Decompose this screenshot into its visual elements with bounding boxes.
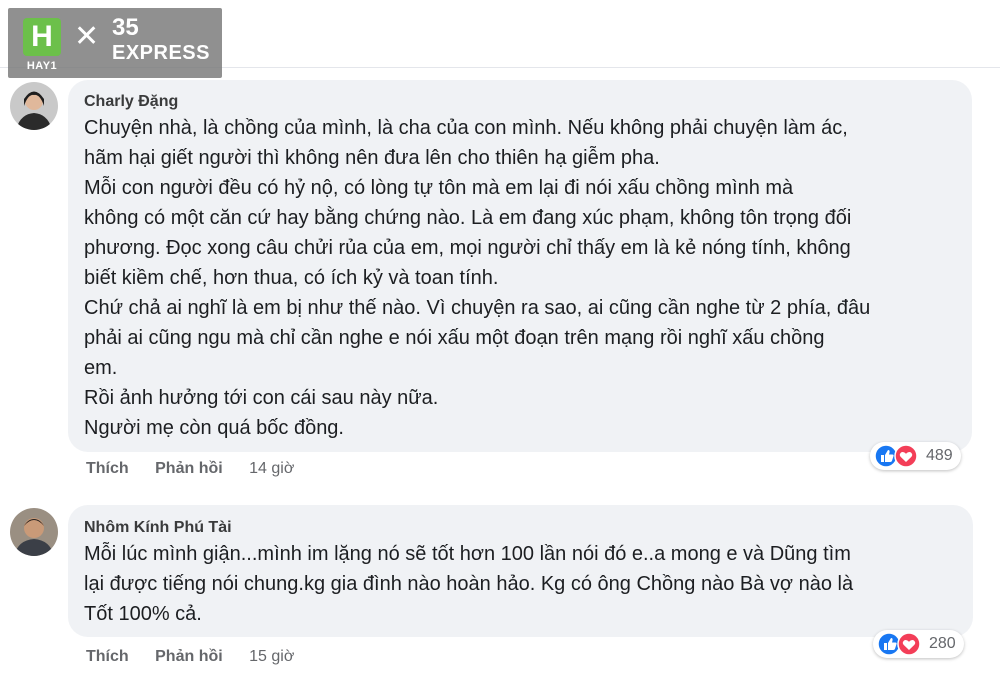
comment-line: Tốt 100% cả. bbox=[84, 603, 202, 625]
comment-line: Mỗi lúc mình giận...mình im lặng nó sẽ t… bbox=[84, 543, 851, 565]
times-icon: ✕ bbox=[74, 20, 100, 53]
like-button[interactable]: Thích bbox=[86, 648, 129, 665]
comment-line: Người mẹ còn quá bốc đồng. bbox=[84, 417, 344, 439]
comment-line: lại được tiếng nói chung.kg gia đình nào… bbox=[84, 573, 854, 595]
brand-word: EXPRESS bbox=[112, 42, 210, 64]
comment-line: Rồi ảnh hưởng tới con cái sau này nữa. bbox=[84, 387, 439, 409]
reaction-summary[interactable]: 489 bbox=[870, 442, 961, 470]
hay1-logo-mark: H bbox=[23, 18, 61, 56]
like-love-reaction-icon bbox=[874, 444, 918, 468]
comment-bubble: Charly Đặng Chuyện nhà, là chồng của mìn… bbox=[68, 80, 972, 452]
like-button[interactable]: Thích bbox=[86, 460, 129, 477]
reaction-summary[interactable]: 280 bbox=[873, 630, 964, 658]
comment-line: Mỗi con người đều có hỷ nộ, có lòng tự t… bbox=[84, 177, 794, 199]
comment-line: em. bbox=[84, 357, 118, 379]
comment-actions: Thích Phản hồi 15 giờ bbox=[86, 648, 316, 666]
comment-section: H HAY1 ✕ 35 EXPRESS Charly Đặng Chuyện n… bbox=[0, 0, 1000, 680]
comment-line: hãm hại giết người thì không nên đưa lên… bbox=[84, 147, 660, 169]
comment-line: phải ai cũng ngu mà chỉ cần nghe e nói x… bbox=[84, 327, 825, 349]
comment-line: biết kiềm chế, hơn thua, có ích kỷ và to… bbox=[84, 267, 499, 289]
like-love-reaction-icon bbox=[877, 632, 921, 656]
avatar[interactable] bbox=[10, 82, 58, 130]
comment-line: phương. Đọc xong câu chửi rủa của em, mọ… bbox=[84, 237, 851, 259]
reply-button[interactable]: Phản hồi bbox=[155, 648, 223, 665]
comment-actions: Thích Phản hồi 14 giờ bbox=[86, 460, 316, 478]
comment-line: Chứ chả ai nghĩ là em bị như thế nào. Vì… bbox=[84, 297, 871, 319]
comment-bubble: Nhôm Kính Phú Tài Mỗi lúc mình giận...mì… bbox=[68, 505, 973, 637]
comment-author[interactable]: Nhôm Kính Phú Tài bbox=[84, 519, 955, 537]
watermark-logo: H HAY1 ✕ 35 EXPRESS bbox=[8, 8, 222, 78]
comment-line: không có một căn cứ hay bằng chứng nào. … bbox=[84, 207, 852, 229]
comment-text: Mỗi lúc mình giận...mình im lặng nó sẽ t… bbox=[84, 539, 955, 629]
avatar[interactable] bbox=[10, 508, 58, 556]
comment-author[interactable]: Charly Đặng bbox=[84, 93, 954, 111]
brand-number: 35 bbox=[112, 14, 139, 41]
comment-line: Chuyện nhà, là chồng của mình, là cha củ… bbox=[84, 117, 848, 139]
timestamp[interactable]: 15 giờ bbox=[249, 648, 294, 665]
reply-button[interactable]: Phản hồi bbox=[155, 460, 223, 477]
timestamp[interactable]: 14 giờ bbox=[249, 460, 294, 477]
reaction-count: 280 bbox=[929, 635, 956, 652]
comment-text: Chuyện nhà, là chồng của mình, là cha củ… bbox=[84, 113, 954, 443]
hay1-brand-label: HAY1 bbox=[26, 60, 58, 72]
reaction-count: 489 bbox=[926, 447, 953, 464]
